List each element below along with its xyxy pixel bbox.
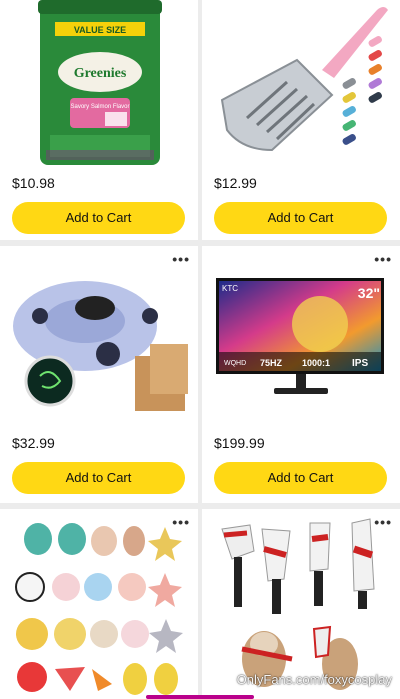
product-card[interactable]: ••• $32.99 Add to Cart [0,246,198,503]
watermark-text: OnlyFans.com/foxycosplay [236,672,392,687]
add-to-cart-button[interactable]: Add to Cart [12,462,185,494]
product-card[interactable]: $12.99 Add to Cart [202,0,400,240]
product-card[interactable]: ••• KTC 32" WQHD 75HZ 1000:1 IPS $199.99… [202,246,400,503]
home-indicator[interactable] [146,695,254,699]
product-image[interactable]: KTC 32" WQHD 75HZ 1000:1 IPS [202,246,400,426]
monitor-spec: IPS [352,358,368,369]
product-card[interactable]: VALUE SIZE Greenies Savory Salmon Flavor… [0,0,198,240]
product-image[interactable] [0,246,198,426]
product-image[interactable] [202,0,400,165]
product-image[interactable] [0,509,198,699]
add-to-cart-button[interactable]: Add to Cart [214,202,387,234]
product-card[interactable]: ••• OnlyFans.com/foxycosplay [202,509,400,699]
product-price: $12.99 [214,175,257,191]
monitor-spec: 1000:1 [302,358,330,368]
flavor-label: Savory Salmon Flavor [70,104,129,110]
monitor-brand: KTC [222,284,238,293]
product-price: $199.99 [214,435,265,451]
product-price: $10.98 [12,175,55,191]
product-grid: VALUE SIZE Greenies Savory Salmon Flavor… [0,0,400,699]
add-to-cart-button[interactable]: Add to Cart [12,202,185,234]
product-image[interactable]: VALUE SIZE Greenies Savory Salmon Flavor [0,0,198,165]
add-to-cart-button[interactable]: Add to Cart [214,462,387,494]
product-price: $32.99 [12,435,55,451]
brand-label: Greenies [74,66,127,81]
product-image[interactable] [202,509,400,699]
monitor-spec: WQHD [224,360,246,367]
product-card[interactable]: ••• [0,509,198,699]
packaging-label: VALUE SIZE [74,25,126,35]
monitor-spec: 75HZ [260,358,283,368]
monitor-size: 32" [358,285,380,301]
